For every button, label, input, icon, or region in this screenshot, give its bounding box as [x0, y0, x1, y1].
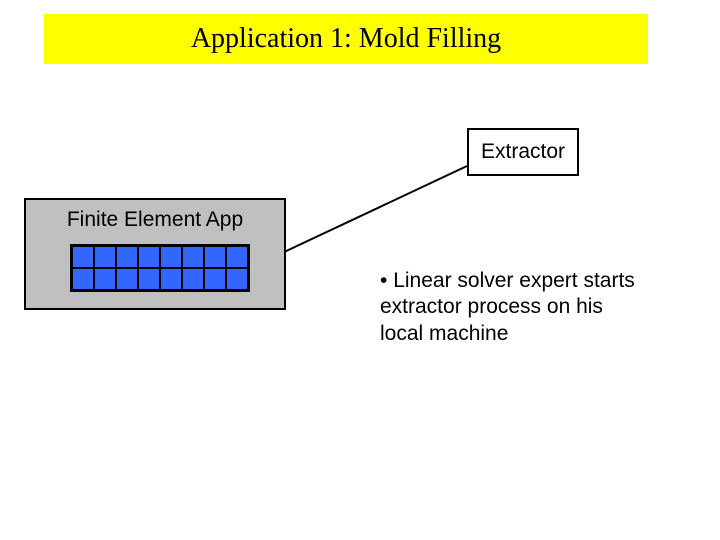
bullet-marker: •	[380, 269, 387, 292]
process-cell	[116, 246, 138, 268]
process-cell	[160, 268, 182, 290]
slide-title: Application 1: Mold Filling	[191, 23, 501, 55]
slide: Application 1: Mold Filling Extractor Fi…	[0, 0, 720, 540]
extractor-label: Extractor	[481, 140, 565, 164]
extractor-box: Extractor	[467, 128, 579, 176]
process-cell	[94, 268, 116, 290]
finite-element-box: Finite Element App	[24, 198, 286, 310]
process-cell	[182, 268, 204, 290]
finite-element-label: Finite Element App	[26, 208, 284, 232]
process-cell	[138, 268, 160, 290]
connector-segment	[282, 166, 467, 253]
process-cell	[226, 268, 248, 290]
process-cell	[204, 268, 226, 290]
process-cell	[182, 246, 204, 268]
process-cell	[94, 246, 116, 268]
process-cell	[72, 268, 94, 290]
process-cell	[116, 268, 138, 290]
process-cell	[160, 246, 182, 268]
process-cell	[72, 246, 94, 268]
title-bar: Application 1: Mold Filling	[44, 14, 648, 64]
process-grid	[70, 244, 250, 292]
bullet-text-block: • Linear solver expert starts extractor …	[380, 268, 640, 347]
bullet-body: Linear solver expert starts extractor pr…	[380, 269, 635, 345]
process-cell	[138, 246, 160, 268]
process-cell	[226, 246, 248, 268]
process-cell	[204, 246, 226, 268]
